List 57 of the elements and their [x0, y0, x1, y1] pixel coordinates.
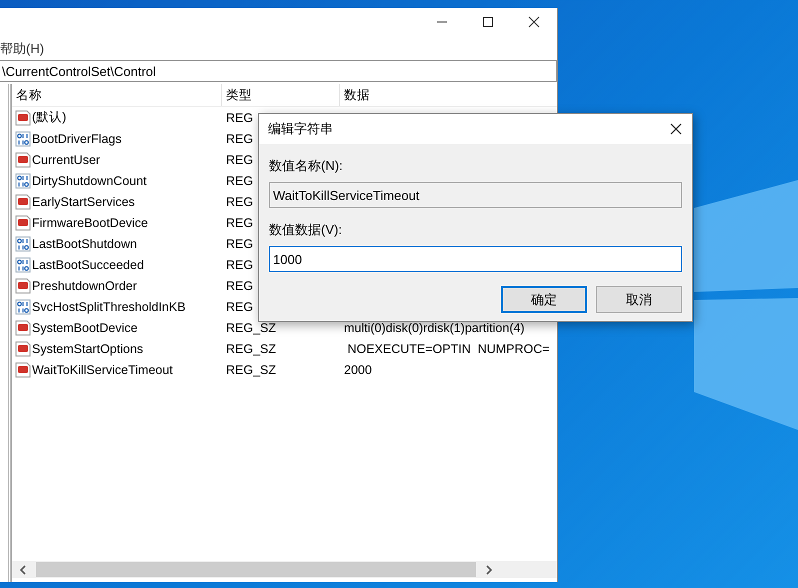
string-value-icon — [15, 152, 31, 168]
value-type: REG — [226, 152, 254, 166]
value-type: REG — [226, 216, 254, 230]
value-name[interactable]: SvcHostSplitThresholdInKB — [32, 300, 186, 314]
string-value-icon — [15, 110, 31, 126]
string-value-icon — [15, 340, 31, 356]
close-icon[interactable] — [670, 123, 682, 135]
value-data: NOEXECUTE=OPTIN NUMPROC= — [346, 342, 550, 356]
value-type: REG — [226, 194, 254, 208]
binary-value-icon — [15, 130, 31, 146]
value-type: REG — [226, 132, 254, 146]
string-value-icon — [15, 214, 31, 230]
string-value-icon — [15, 278, 31, 294]
value-type: REG — [226, 300, 254, 314]
value-name[interactable]: LastBootSucceeded — [32, 258, 144, 272]
value-type: REG_SZ — [226, 320, 276, 334]
dialog-title: 编辑字符串 — [268, 120, 333, 138]
value-type: REG — [226, 278, 254, 292]
string-value-icon — [15, 362, 31, 378]
value-type: REG — [226, 174, 254, 188]
value-data-field[interactable]: 1000 — [269, 246, 682, 272]
value-type: REG — [226, 110, 254, 124]
value-name[interactable]: FirmwareBootDevice — [32, 216, 148, 230]
column-header[interactable]: 数据 — [340, 84, 557, 106]
value-name[interactable]: SystemStartOptions — [32, 342, 144, 356]
value-name[interactable]: DirtyShutdownCount — [32, 174, 147, 188]
value-name[interactable]: BootDriverFlags — [32, 132, 122, 146]
value-name[interactable]: CurrentUser — [32, 152, 100, 166]
ok-button[interactable]: 确定 — [501, 286, 587, 313]
horizontal-scrollbar[interactable] — [12, 561, 557, 578]
binary-value-icon — [15, 236, 31, 252]
menu-item[interactable]: 帮助(H) — [0, 40, 44, 58]
value-name[interactable]: WaitToKillServiceTimeout — [32, 362, 173, 376]
binary-value-icon — [15, 256, 31, 272]
field-label: 数值名称(N): — [269, 157, 344, 175]
value-name[interactable]: PreshutdownOrder — [32, 278, 137, 292]
value-type: REG_SZ — [226, 342, 276, 356]
cancel-button[interactable]: 取消 — [596, 286, 682, 313]
column-header[interactable]: 类型 — [222, 84, 340, 106]
column-header[interactable]: 名称 — [12, 84, 222, 106]
field-label: 数值数据(V): — [269, 221, 343, 239]
value-data: multi(0)disk(0)rdisk(1)partition(4) — [344, 320, 525, 334]
value-name[interactable]: EarlyStartServices — [32, 194, 135, 208]
scrollbar-thumb[interactable] — [36, 562, 476, 577]
value-type: REG — [226, 258, 254, 272]
binary-value-icon — [15, 298, 31, 314]
binary-value-icon — [15, 172, 31, 188]
string-value-icon — [15, 320, 31, 336]
value-type: REG_SZ — [226, 362, 276, 376]
value-type: REG — [226, 236, 254, 250]
value-name[interactable]: (默认) — [32, 109, 66, 126]
value-data: 2000 — [344, 362, 372, 376]
value-name[interactable]: SystemBootDevice — [32, 320, 138, 334]
address-bar[interactable]: \CurrentControlSet\Control — [0, 60, 557, 82]
string-value-icon — [15, 194, 31, 210]
value-name[interactable]: LastBootShutdown — [32, 236, 137, 250]
value-name-field[interactable]: WaitToKillServiceTimeout — [269, 182, 682, 208]
